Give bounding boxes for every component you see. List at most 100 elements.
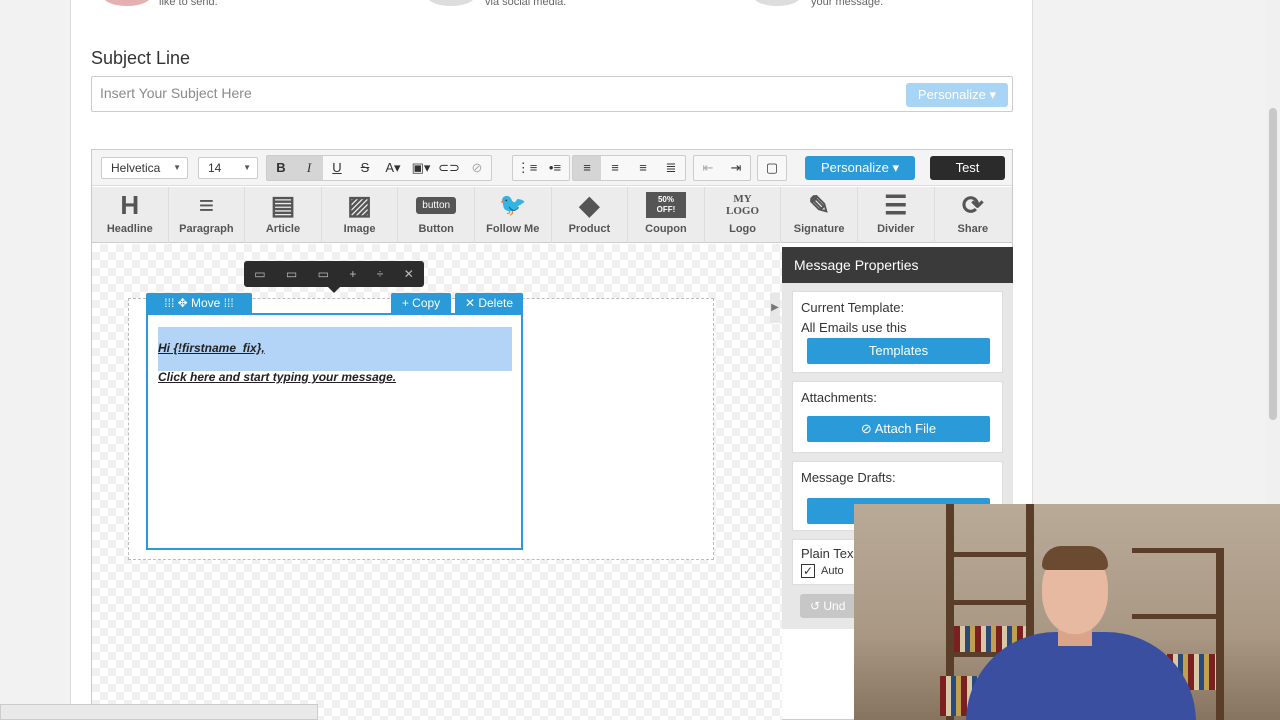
email-canvas: ▭ ▭ ▭ + ÷ ✕ ⁞⁞⁞ ✥ Move ⁞⁞⁞ + Copy ✕ Dele… [92, 244, 782, 720]
subject-input[interactable] [100, 85, 880, 101]
align-left-icon[interactable]: ≡ [573, 156, 601, 180]
personalize-button[interactable]: Personalize ▾ [805, 156, 915, 180]
article-icon: ▤ [270, 189, 296, 220]
price-tag-icon: ◆ [579, 189, 600, 220]
plain-text-label: Plain Tex [801, 546, 854, 561]
source-code-icon[interactable]: ▢ [758, 156, 786, 180]
close-icon[interactable]: ✕ [404, 267, 414, 281]
add-column-icon[interactable]: + [349, 267, 356, 281]
unlink-icon[interactable]: ⊘ [463, 156, 491, 180]
block-layout-toolbar: ▭ ▭ ▭ + ÷ ✕ [244, 261, 424, 293]
underline-icon[interactable]: U [323, 156, 351, 180]
block-label: Logo [729, 223, 756, 235]
italic-icon[interactable]: I [295, 156, 323, 180]
font-family-value: Helvetica [111, 161, 161, 175]
block-article[interactable]: ▤ Article [245, 187, 322, 243]
attach-file-button[interactable]: ⊘ Attach File [807, 416, 990, 442]
headline-icon: H [120, 189, 140, 220]
block-coupon[interactable]: 50% OFF! Coupon [628, 187, 705, 243]
message-text[interactable]: Click here and start typing your message… [158, 370, 396, 384]
block-signature[interactable]: ✎ Signature [781, 187, 858, 243]
align-justify-icon[interactable]: ≣ [657, 156, 685, 180]
scrollbar-thumb[interactable] [1269, 108, 1277, 420]
move-label: Move [191, 296, 221, 310]
drafts-label: Message Drafts: [801, 470, 896, 485]
button-icon-text: button [416, 196, 457, 214]
ordered-list-icon[interactable]: ⋮≡ [513, 156, 541, 180]
block-paragraph[interactable]: ≡ Paragraph [169, 187, 246, 243]
layout-top-icon[interactable]: ▭ [254, 267, 265, 281]
block-label: Headline [106, 223, 153, 235]
block-logo[interactable]: MY LOGO Logo [705, 187, 782, 243]
block-label: Coupon [645, 223, 687, 235]
format-toolbar: Helvetica ▼ 14 ▼ B I U S A▾ ▣▾ ⊂⊃ ⊘ ⋮≡ •… [92, 150, 1012, 186]
font-size-select[interactable]: 14 ▼ [198, 157, 258, 179]
copy-button[interactable]: + Copy [391, 293, 451, 313]
delete-button[interactable]: ✕ Delete [455, 293, 523, 313]
paperclip-icon: ⊘ [860, 421, 875, 436]
indent-group: ⇤ ⇥ [693, 155, 751, 181]
divider-icon: ☰ [884, 189, 908, 220]
auto-plain-text-option[interactable]: ✓ Auto [801, 564, 844, 578]
indent-icon[interactable]: ⇥ [722, 156, 750, 180]
subject-personalize-button[interactable]: Personalize ▾ [905, 83, 1008, 107]
strikethrough-icon[interactable]: S [351, 156, 379, 180]
grip-icon: ⁞⁞⁞ ✥ [164, 296, 192, 310]
step-text: like to send. [159, 0, 218, 8]
attachments-card: Attachments: ⊘ Attach File [792, 381, 1003, 453]
block-label: Signature [793, 223, 845, 235]
text-style-group: B I U S A▾ ▣▾ ⊂⊃ ⊘ [266, 155, 492, 181]
block-image[interactable]: ▨ Image [322, 187, 399, 243]
grip-icon: ⁞⁞⁞ [223, 296, 234, 310]
layout-bottom-icon[interactable]: ▭ [318, 267, 329, 281]
align-right-icon[interactable]: ≡ [629, 156, 657, 180]
current-template-value: All Emails use this [801, 320, 907, 335]
coupon-icon: 50% OFF! [628, 187, 704, 223]
block-label: Product [568, 223, 611, 235]
person-hair [1042, 546, 1108, 570]
checkbox-checked-icon[interactable]: ✓ [801, 564, 815, 578]
undo-icon: ↺ [810, 599, 824, 613]
block-headline[interactable]: H Headline [92, 187, 169, 243]
bookshelf-board [1132, 614, 1222, 619]
undo-label: Und [823, 599, 846, 613]
block-follow-me[interactable]: 🐦 Follow Me [475, 187, 552, 243]
text-content-block[interactable]: Hi {!firstname_fix}, Click here and star… [146, 313, 523, 550]
test-button[interactable]: Test [930, 156, 1005, 180]
chevron-down-icon: ▾ [989, 87, 996, 102]
font-family-select[interactable]: Helvetica ▼ [101, 157, 188, 179]
add-row-icon[interactable]: ÷ [377, 267, 384, 281]
block-divider[interactable]: ☰ Divider [858, 187, 935, 243]
layout-middle-icon[interactable]: ▭ [286, 267, 297, 281]
webcam-overlay [854, 504, 1280, 720]
align-center-icon[interactable]: ≡ [601, 156, 629, 180]
attachments-label: Attachments: [801, 390, 877, 405]
outdent-icon[interactable]: ⇤ [694, 156, 722, 180]
font-color-icon[interactable]: A▾ [379, 156, 407, 180]
block-label: Divider [877, 223, 915, 235]
unordered-list-icon[interactable]: •≡ [541, 156, 569, 180]
subject-personalize-label: Personalize [917, 87, 986, 102]
greeting-text[interactable]: Hi {!firstname_fix}, [158, 341, 265, 355]
link-icon[interactable]: ⊂⊃ [435, 156, 463, 180]
close-icon: ✕ [464, 296, 479, 310]
block-product[interactable]: ◆ Product [552, 187, 629, 243]
align-group: ≡ ≡ ≡ ≣ [572, 155, 686, 181]
collapse-arrow-icon[interactable]: ▶ [770, 293, 780, 323]
block-button[interactable]: button Button [398, 187, 475, 243]
templates-button[interactable]: Templates [807, 338, 990, 364]
move-handle[interactable]: ⁞⁞⁞ ✥ Move ⁞⁞⁞ [146, 293, 252, 313]
twitter-bird-icon: 🐦 [499, 192, 527, 217]
attach-file-label: Attach File [874, 421, 937, 436]
step-icon [427, 0, 475, 6]
highlight-color-icon[interactable]: ▣▾ [407, 156, 435, 180]
block-label: Paragraph [179, 223, 234, 235]
pen-icon: ✎ [808, 189, 831, 220]
horizontal-scrollbar[interactable] [0, 704, 318, 720]
block-share[interactable]: ⟳ Share [935, 187, 1012, 243]
paragraph-icon: ≡ [198, 189, 214, 220]
button-icon: button [398, 187, 474, 223]
bookshelf-post [1216, 548, 1224, 720]
bold-icon[interactable]: B [267, 156, 295, 180]
panel-title: Message Properties [782, 247, 1013, 283]
